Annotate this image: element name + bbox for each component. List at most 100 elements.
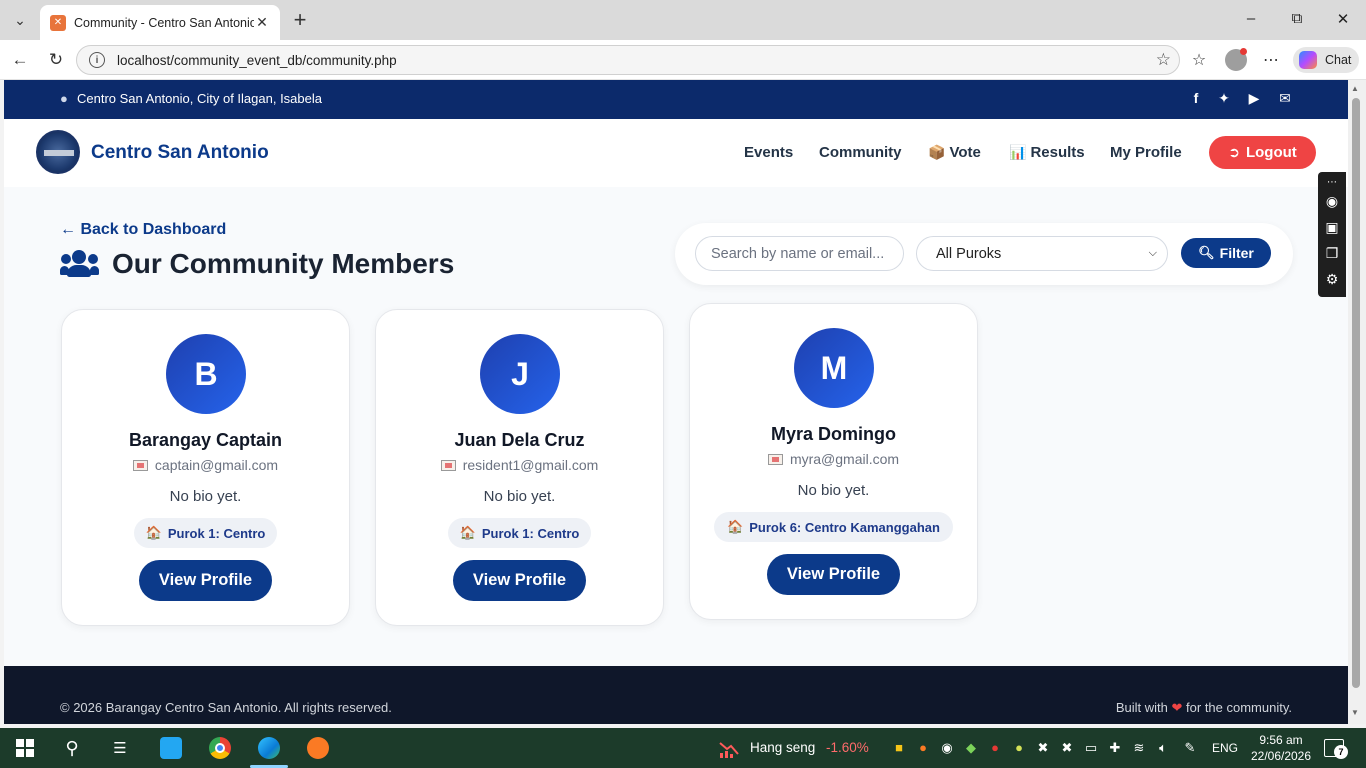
tray-app-icon[interactable]: ■ <box>890 740 908 755</box>
chevron-down-icon: ⌵ <box>1148 247 1157 259</box>
purok-select[interactable]: All Puroks ⌵ <box>916 236 1168 271</box>
nav-my-profile[interactable]: My Profile <box>1110 144 1182 161</box>
heart-icon: ❤ <box>1171 700 1183 715</box>
pen-icon[interactable]: ✎ <box>1181 740 1199 756</box>
envelope-icon[interactable]: ✉ <box>1276 90 1294 107</box>
video-icon[interactable]: ▣ <box>1323 218 1341 236</box>
tray-app-icon[interactable]: ● <box>1010 740 1028 755</box>
view-profile-button[interactable]: View Profile <box>453 560 586 601</box>
youtube-icon[interactable]: ▶ <box>1245 90 1263 107</box>
built-suffix: for the community. <box>1186 700 1292 715</box>
window-capture-icon[interactable]: ❐ <box>1323 244 1341 262</box>
map-pin-icon: ● <box>60 91 68 106</box>
member-bio: No bio yet. <box>169 488 242 505</box>
browser-toolbar: ← ↻ i localhost/community_event_db/commu… <box>0 40 1366 80</box>
nav-community[interactable]: Community <box>819 144 902 161</box>
system-clock[interactable]: 9:56 am 22/06/2026 <box>1246 732 1316 764</box>
member-name: Juan Dela Cruz <box>454 430 585 450</box>
member-card: J Juan Dela Cruz resident1@gmail.com No … <box>375 309 664 626</box>
scroll-thumb[interactable] <box>1352 98 1360 688</box>
purok-badge-label: Purok 6: Centro Kamanggahan <box>749 519 940 535</box>
page-scrollbar[interactable]: ▲ ▼ <box>1348 80 1366 724</box>
house-icon: 🏠 <box>727 519 744 534</box>
camera-icon[interactable]: ◉ <box>1323 192 1341 210</box>
view-profile-button[interactable]: View Profile <box>139 560 272 601</box>
address-bar[interactable]: i localhost/community_event_db/community… <box>76 45 1180 75</box>
favorites-icon[interactable]: ☆ <box>1188 50 1210 70</box>
barangay-logo[interactable] <box>36 130 80 174</box>
tray-app-icon[interactable]: ◆ <box>962 740 980 756</box>
language-indicator[interactable]: ENG <box>1212 741 1238 755</box>
view-profile-button[interactable]: View Profile <box>767 554 900 595</box>
tray-app-icon[interactable]: ✖ <box>1034 740 1052 756</box>
site-footer: © 2026 Barangay Centro San Antonio. All … <box>4 666 1348 724</box>
purok-badge: 🏠 Purok 1: Centro <box>448 518 591 548</box>
member-avatar: B <box>166 334 246 414</box>
page-heading: Our Community Members <box>60 248 454 280</box>
notification-badge: 7 <box>1334 745 1348 759</box>
drag-handle-icon[interactable]: ⋯ <box>1323 174 1341 192</box>
filter-button[interactable]: 🔍︎ Filter <box>1181 238 1271 268</box>
ticker-name[interactable]: Hang seng <box>750 740 815 755</box>
wifi-icon[interactable]: ≋ <box>1130 740 1148 756</box>
tray-app-icon[interactable]: ✚ <box>1106 740 1124 756</box>
windows-logo-icon <box>16 739 34 757</box>
copyright-text: © 2026 Barangay Centro San Antonio. All … <box>60 700 392 715</box>
twitter-icon[interactable]: ✦ <box>1215 90 1233 107</box>
ticker-value[interactable]: -1.60% <box>826 740 869 755</box>
start-button[interactable] <box>12 736 38 760</box>
page-title: Our Community Members <box>112 248 455 279</box>
info-icon[interactable]: i <box>89 52 105 68</box>
member-bio: No bio yet. <box>483 488 556 505</box>
battery-icon[interactable]: ▭ <box>1082 740 1100 756</box>
users-icon <box>60 248 100 280</box>
back-to-dashboard-link[interactable]: ← Back to Dashboard <box>60 221 226 239</box>
restore-icon[interactable]: ⧉ <box>1287 10 1307 27</box>
search-icon[interactable]: ⚲ <box>59 736 85 760</box>
chrome-icon[interactable] <box>207 736 233 760</box>
minimize-icon[interactable]: – <box>1241 10 1261 27</box>
nav-vote[interactable]: 📦 Vote <box>928 144 981 161</box>
xampp-favicon-icon: ✕ <box>50 14 66 31</box>
chat-label: Chat <box>1325 53 1352 67</box>
brand-name[interactable]: Centro San Antonio <box>91 142 269 164</box>
copilot-icon <box>1299 51 1317 69</box>
member-email: resident1@gmail.com <box>376 457 663 473</box>
tray-app-icon[interactable]: ◉ <box>938 740 956 756</box>
nav-events[interactable]: Events <box>744 144 793 161</box>
tab-list-chevron-icon[interactable]: ⌄ <box>6 7 34 33</box>
site-header: Centro San Antonio Events Community 📦 Vot… <box>4 119 1348 187</box>
xampp-icon[interactable] <box>305 736 331 760</box>
search-input[interactable] <box>695 236 904 271</box>
tab-close-icon[interactable]: ✕ <box>254 14 270 31</box>
email-icon <box>767 454 783 465</box>
copilot-chat-button[interactable]: Chat <box>1293 47 1359 73</box>
nav-results[interactable]: 📊 Results <box>1009 144 1085 161</box>
member-avatar: M <box>794 328 874 408</box>
purok-badge-label: Purok 1: Centro <box>481 525 580 541</box>
xampp-tray-icon[interactable]: ● <box>914 740 932 755</box>
task-view-icon[interactable]: ☰ <box>107 736 133 760</box>
facebook-icon[interactable]: f <box>1187 90 1205 106</box>
stock-down-icon <box>719 742 739 758</box>
vscode-icon[interactable] <box>158 736 184 760</box>
gear-icon[interactable]: ⚙ <box>1323 270 1341 288</box>
volume-icon[interactable]: 🔈︎ <box>1154 740 1172 756</box>
browser-tab[interactable]: ✕ Community - Centro San Antonio ✕ <box>40 5 280 40</box>
tray-app-icon[interactable]: ✖ <box>1058 740 1076 756</box>
clock-date: 22/06/2026 <box>1250 749 1312 763</box>
more-menu-icon[interactable]: ⋯ <box>1260 50 1282 70</box>
logout-button[interactable]: ➲ Logout <box>1209 136 1316 169</box>
email-icon <box>440 460 456 471</box>
reload-icon[interactable]: ↻ <box>45 49 67 71</box>
window-close-icon[interactable]: ✕ <box>1333 10 1353 28</box>
scroll-down-icon[interactable]: ▼ <box>1351 708 1359 717</box>
floating-capture-toolbar: ⋯ ◉ ▣ ❐ ⚙ <box>1318 172 1346 297</box>
edge-icon[interactable] <box>256 736 282 760</box>
favorite-star-icon[interactable]: ☆ <box>1156 50 1171 70</box>
record-icon[interactable]: ● <box>986 740 1004 755</box>
scroll-up-icon[interactable]: ▲ <box>1351 84 1359 93</box>
nav-vote-label: Vote <box>949 144 981 161</box>
new-tab-icon[interactable]: + <box>288 8 312 32</box>
back-arrow-icon[interactable]: ← <box>9 49 31 71</box>
